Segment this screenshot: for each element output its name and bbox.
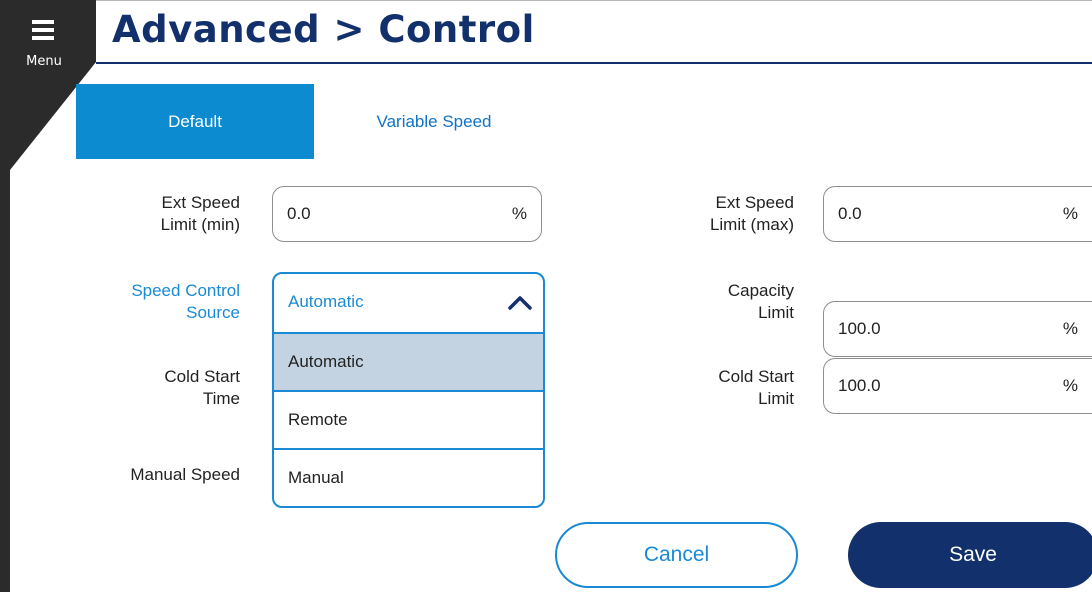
chevron-up-icon: [508, 296, 532, 310]
save-button[interactable]: Save: [848, 522, 1092, 588]
ext-speed-max-label: Ext Speed Limit (max): [709, 193, 794, 234]
cancel-button[interactable]: Cancel: [555, 522, 798, 588]
tab-variable-speed[interactable]: Variable Speed: [314, 84, 554, 159]
ext-speed-min-value: 0.0: [287, 204, 311, 223]
cold-start-time-label: Cold Start Time: [164, 367, 240, 408]
save-button-label: Save: [949, 543, 997, 566]
ext-speed-min-field[interactable]: 0.0 %: [272, 186, 542, 242]
dropdown-option-manual[interactable]: Manual: [274, 448, 543, 506]
tab-variable-speed-label: Variable Speed: [376, 111, 492, 131]
capacity-limit-field[interactable]: 100.0 %: [823, 301, 1092, 357]
title-divider: [96, 62, 1092, 64]
top-frame: [96, 0, 1092, 6]
ext-speed-max-unit: %: [1062, 204, 1078, 223]
ext-speed-max-field[interactable]: 0.0 %: [823, 186, 1092, 242]
capacity-limit-unit: %: [1062, 319, 1078, 338]
dropdown-option-remote[interactable]: Remote: [274, 390, 543, 448]
cold-start-limit-field[interactable]: 100.0 %: [823, 358, 1092, 414]
page-title: Advanced > Control: [112, 8, 535, 51]
tab-default-label: Default: [168, 111, 222, 131]
menu-button[interactable]: Menu: [14, 12, 72, 74]
speed-control-source-dropdown[interactable]: Automatic Automatic Remote Manual: [272, 272, 545, 508]
capacity-limit-value: 100.0: [838, 319, 881, 338]
ext-speed-min-unit: %: [511, 204, 527, 223]
menu-label: Menu: [26, 54, 62, 69]
capacity-limit-label: Capacity Limit: [727, 281, 794, 322]
page: Menu Advanced > Control Default Variable…: [0, 0, 1092, 592]
manual-speed-label: Manual Speed: [130, 465, 240, 484]
ext-speed-max-value: 0.0: [838, 204, 862, 223]
cold-start-limit-label: Cold Start Limit: [718, 367, 794, 408]
dropdown-selected-value: Automatic: [288, 292, 364, 311]
cold-start-limit-unit: %: [1062, 376, 1078, 395]
cancel-button-label: Cancel: [643, 543, 710, 566]
speed-control-source-label: Speed Control Source: [131, 281, 240, 322]
dropdown-option-automatic[interactable]: Automatic: [274, 332, 543, 390]
tab-default[interactable]: Default: [76, 84, 314, 159]
ext-speed-min-label: Ext Speed Limit (min): [160, 193, 240, 234]
cold-start-limit-value: 100.0: [838, 376, 881, 395]
speed-control-source-select[interactable]: Automatic: [274, 274, 543, 332]
hamburger-icon: [32, 20, 54, 40]
